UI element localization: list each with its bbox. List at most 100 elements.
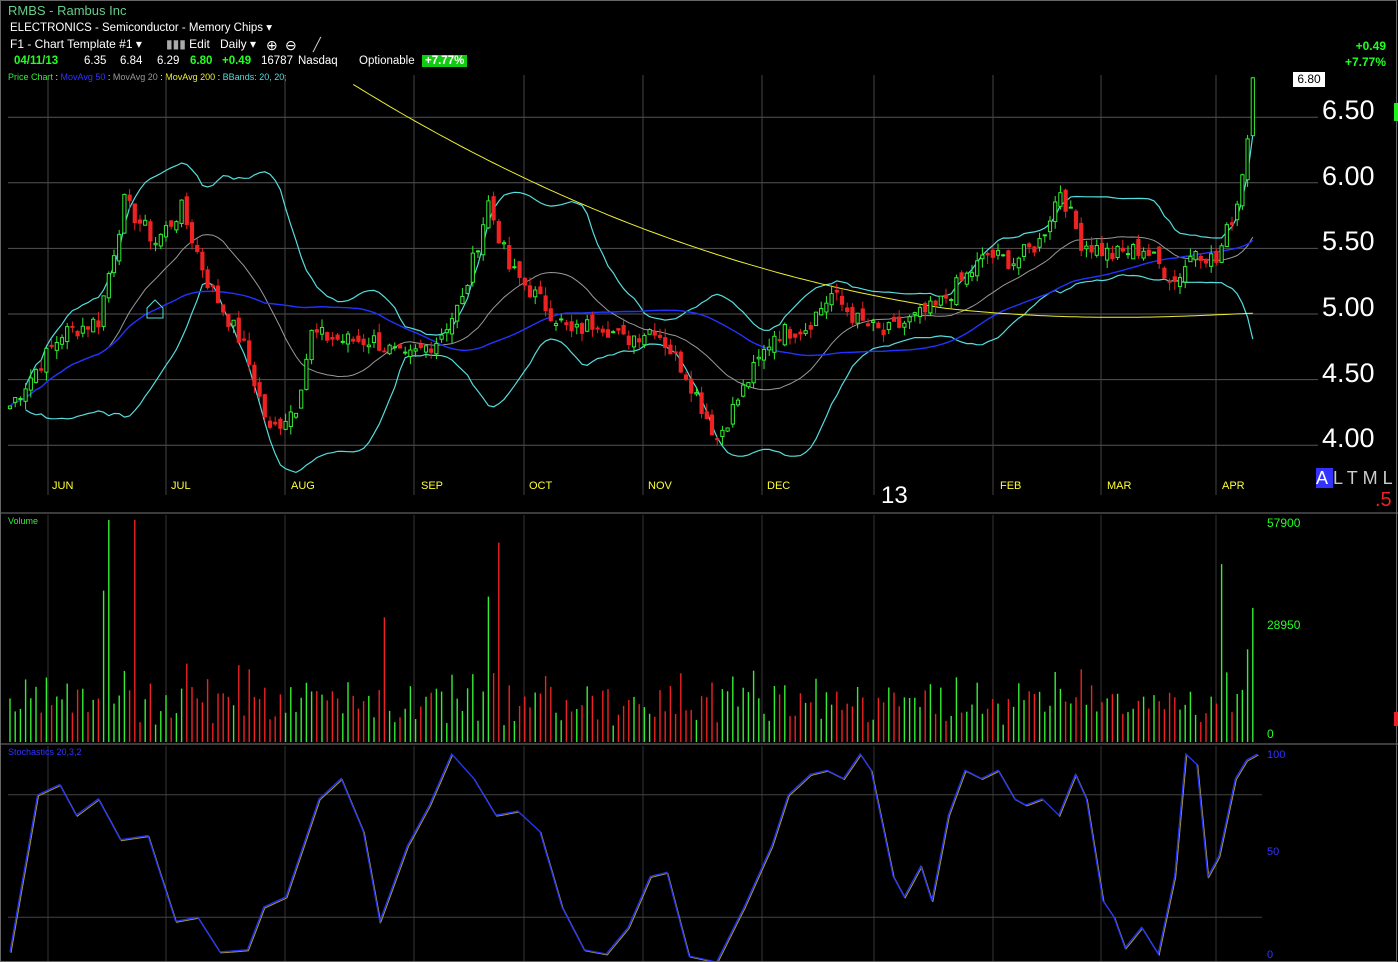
candle-body: [85, 326, 91, 330]
candle-body: [496, 221, 501, 244]
stoch-signal-line: [10, 753, 1259, 962]
candle-body: [819, 308, 824, 316]
candle-body: [933, 300, 938, 306]
month-label: DEC: [767, 480, 791, 492]
bollinger-bands: [25, 134, 1254, 474]
stoch-tick: 100: [1267, 749, 1286, 761]
candle-body: [579, 323, 585, 334]
candle-body: [106, 273, 111, 299]
candle-body: [158, 233, 163, 247]
candle-body: [465, 284, 470, 294]
candle-body: [252, 364, 257, 387]
timeframe-a[interactable]: A: [1316, 468, 1334, 488]
candle-body: [163, 225, 169, 238]
candle-body: [590, 314, 595, 330]
candle-body: [553, 323, 559, 327]
candle-body: [1006, 250, 1011, 269]
candle-body: [1141, 250, 1146, 259]
candle-body: [39, 368, 44, 371]
candle-body: [949, 298, 954, 301]
price-tick: 6.50: [1322, 95, 1375, 125]
candle-body: [782, 323, 787, 346]
month-label: APR: [1222, 480, 1245, 492]
candle-body: [990, 249, 995, 258]
price-chart[interactable]: [0, 0, 1398, 962]
candle-body: [330, 336, 335, 340]
candle-body: [13, 397, 18, 403]
candle-body: [273, 421, 278, 425]
candle-body: [293, 412, 299, 418]
candle-body: [470, 252, 475, 283]
candle-body: [683, 374, 689, 380]
candle-body: [215, 285, 221, 304]
timeframe-selector[interactable]: ALTML: [1316, 468, 1398, 489]
candle-body: [236, 317, 241, 343]
candle-body: [907, 316, 912, 323]
candle-body: [65, 326, 70, 343]
candle-body: [959, 272, 964, 281]
candle-body: [538, 286, 543, 295]
candle-body: [1110, 252, 1115, 260]
candle-body: [1053, 201, 1058, 223]
candle-body: [938, 295, 943, 306]
candle-body: [288, 411, 293, 428]
candle-body: [995, 250, 1001, 256]
candle-body: [787, 329, 793, 339]
candle-body: [855, 312, 860, 324]
price-tick: 5.50: [1322, 226, 1375, 256]
candle-body: [226, 313, 231, 327]
candle-body: [340, 340, 345, 343]
candle-body: [777, 339, 782, 342]
candle-body: [189, 222, 195, 244]
candle-body: [611, 331, 616, 334]
price-tick: 4.50: [1322, 358, 1375, 388]
candle-body: [652, 331, 657, 336]
candle-body: [44, 347, 49, 373]
timeframe-rest[interactable]: LTML: [1333, 468, 1398, 488]
candle-body: [111, 255, 117, 274]
candle-body: [600, 328, 605, 333]
candle-body: [616, 328, 621, 331]
candle-body: [642, 335, 647, 346]
candle-body: [876, 322, 881, 329]
volume-edge-marker: [1394, 712, 1398, 726]
candle-body: [361, 338, 366, 346]
stoch-tick: 0: [1267, 949, 1274, 961]
candle-body: [413, 348, 418, 352]
candle-body: [418, 344, 423, 349]
candle-body: [231, 319, 236, 327]
candle-body: [184, 196, 189, 225]
candle-body: [767, 346, 772, 351]
candle-body: [954, 277, 959, 306]
candle-body: [522, 277, 527, 286]
candle-body: [481, 224, 486, 256]
candle-body: [1183, 266, 1188, 283]
candle-body: [7, 405, 13, 410]
candle-body: [735, 399, 741, 406]
year-label: 13: [881, 482, 908, 509]
candle-body: [1245, 138, 1250, 181]
candle-body: [559, 318, 564, 321]
candle-body: [793, 333, 798, 338]
candle-body: [1021, 244, 1027, 257]
candle-body: [1224, 224, 1229, 247]
candle-body: [839, 295, 845, 305]
candle-body: [278, 418, 283, 429]
candle-body: [210, 285, 215, 288]
volume-bars: [9, 520, 1254, 742]
candle-body: [132, 203, 137, 224]
candle-body: [564, 322, 569, 326]
candle-body: [174, 221, 179, 231]
candle-body: [33, 369, 39, 383]
candle-body: [1105, 247, 1110, 261]
candle-body: [626, 335, 631, 346]
timeframe-half: .5: [1375, 489, 1392, 511]
candle-body: [200, 251, 205, 271]
candle-body: [725, 427, 730, 432]
candle-body: [1079, 222, 1084, 251]
candle-body: [205, 269, 210, 289]
candle-body: [1120, 247, 1125, 252]
candle-body: [486, 200, 491, 229]
candle-body: [533, 289, 538, 298]
candle-body: [1203, 259, 1209, 264]
